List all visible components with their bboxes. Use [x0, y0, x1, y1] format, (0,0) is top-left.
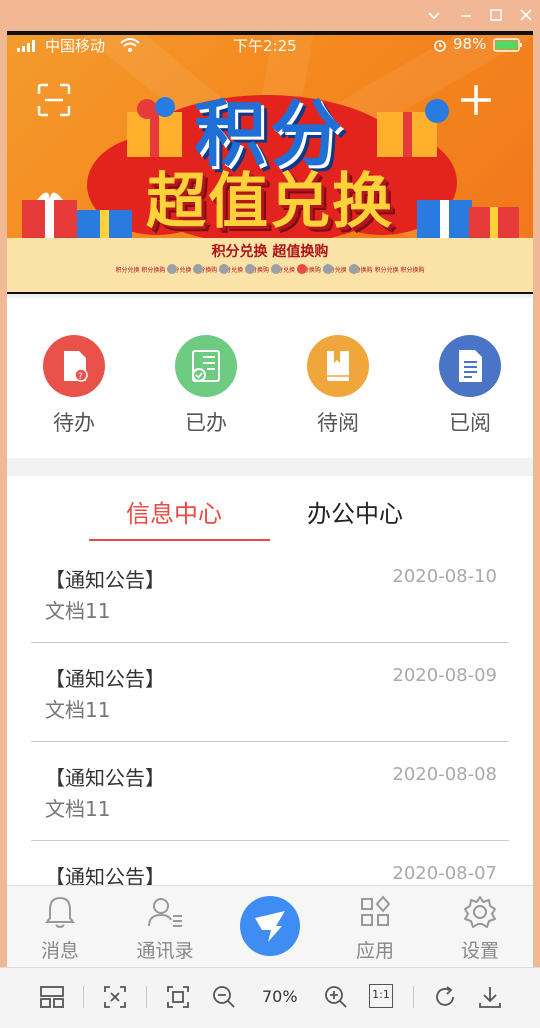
quick-action-label: 已阅 [449, 411, 491, 435]
carousel-dot[interactable] [349, 264, 359, 274]
gear-icon [464, 896, 496, 928]
news-item[interactable]: 【通知公告】 2020-08-08 文档11 [31, 742, 509, 841]
minimize-button[interactable] [457, 6, 475, 24]
document-text-icon [439, 335, 501, 397]
news-date: 2020-08-10 [392, 566, 497, 587]
tab-info-center[interactable]: 信息中心 [126, 494, 222, 529]
dingtalk-logo-button[interactable] [240, 896, 300, 956]
carousel-dot[interactable] [323, 264, 333, 274]
maximize-button[interactable] [487, 6, 505, 24]
carousel-dot[interactable] [193, 264, 203, 274]
banner-subtitle: 超值兑换 [146, 167, 394, 237]
quick-actions: ? 待办 已办 待阅 已阅 [7, 298, 533, 458]
book-icon [307, 335, 369, 397]
plus-icon[interactable] [459, 83, 493, 117]
carousel-dot[interactable] [219, 264, 229, 274]
quick-action-label: 待阅 [317, 411, 359, 435]
quick-action-label: 已办 [185, 411, 227, 435]
signal-icon [17, 40, 35, 52]
news-date: 2020-08-08 [392, 764, 497, 785]
toolbar-divider [83, 986, 84, 1008]
checklist-done-icon [175, 335, 237, 397]
nav-label: 设置 [460, 940, 499, 962]
download-icon[interactable] [477, 984, 503, 1010]
news-title: 文档11 [45, 599, 111, 623]
news-category: 【通知公告】 [45, 667, 165, 691]
news-date: 2020-08-09 [392, 665, 497, 686]
fullscreen-icon[interactable] [165, 984, 191, 1010]
tab-office-center[interactable]: 办公中心 [307, 494, 403, 529]
quick-action-done[interactable]: 已办 [156, 335, 256, 437]
nav-messages[interactable]: 消息 [20, 894, 100, 963]
quick-action-label: 待办 [53, 411, 95, 435]
zoom-out-icon[interactable] [211, 984, 237, 1010]
carrier-label: 中国移动 [45, 37, 106, 55]
nav-label: 应用 [355, 940, 394, 962]
layout-icon[interactable] [39, 984, 65, 1010]
dingtalk-icon [255, 911, 285, 942]
news-item[interactable]: 【通知公告】 2020-08-09 文档11 [31, 643, 509, 742]
news-item[interactable]: 【通知公告】 2020-08-10 文档11 [31, 544, 509, 643]
quick-action-todo[interactable]: ? 待办 [24, 335, 124, 437]
news-title: 文档11 [45, 797, 111, 821]
toolbar-divider [413, 986, 414, 1008]
banner-carousel[interactable]: 积分 超值兑换 积分兑换 超值换购 积分兑换 积分换购 积分兑换 积分换购 积分… [7, 31, 533, 294]
battery-percent: 98% [453, 35, 487, 53]
apps-grid-icon [361, 895, 391, 926]
carousel-dot[interactable] [245, 264, 255, 274]
news-date: 2020-08-07 [392, 863, 497, 884]
chevron-down-icon[interactable] [425, 6, 443, 24]
close-button[interactable] [517, 6, 535, 24]
viewer-toolbar: 70% 1:1 [0, 967, 540, 1028]
nav-settings[interactable]: 设置 [440, 894, 520, 963]
banner-image: 积分 超值兑换 积分兑换 超值换购 积分兑换 积分换购 积分兑换 积分换购 积分… [7, 35, 533, 292]
quick-action-to-read[interactable]: 待阅 [288, 335, 388, 437]
carousel-dot[interactable] [297, 264, 307, 274]
news-panel: 信息中心 办公中心 【通知公告】 2020-08-10 文档11 【通知公告】 … [7, 476, 533, 896]
nav-apps[interactable]: 应用 [335, 894, 415, 963]
banner-ribbon-text: 积分兑换 超值换购 [211, 244, 329, 260]
nav-contacts[interactable]: 通讯录 [125, 894, 205, 963]
contacts-icon [148, 898, 182, 927]
news-title: 文档11 [45, 698, 111, 722]
carousel-dot[interactable] [271, 264, 281, 274]
status-time: 下午2:25 [233, 37, 297, 55]
rotate-icon[interactable] [432, 984, 458, 1010]
bottom-nav: 消息 通讯录 应用 设置 [7, 885, 533, 967]
news-category: 【通知公告】 [45, 766, 165, 790]
zoom-in-icon[interactable] [323, 984, 349, 1010]
zoom-level: 70% [262, 987, 298, 1006]
alarm-icon [434, 40, 446, 52]
active-tab-indicator [89, 539, 270, 541]
actual-size-button[interactable]: 1:1 [369, 984, 393, 1008]
bell-icon [45, 896, 75, 928]
document-question-icon: ? [43, 335, 105, 397]
wifi-icon [120, 38, 140, 52]
svg-text:?: ? [78, 372, 83, 382]
toolbar-divider [146, 986, 147, 1008]
fit-close-icon[interactable] [102, 984, 128, 1010]
scan-icon[interactable] [37, 83, 71, 117]
carousel-indicator[interactable] [167, 264, 375, 274]
quick-action-read[interactable]: 已阅 [420, 335, 520, 437]
nav-label: 消息 [40, 940, 79, 962]
battery-icon [493, 38, 522, 52]
nav-label: 通讯录 [136, 940, 194, 962]
news-category: 【通知公告】 [45, 568, 165, 592]
phone-screen: 积分 超值兑换 积分兑换 超值换购 积分兑换 积分换购 积分兑换 积分换购 积分… [7, 31, 533, 967]
window-title-bar [0, 0, 540, 31]
carousel-dot[interactable] [167, 264, 177, 274]
status-bar: 中国移动 下午2:25 98% [7, 31, 533, 57]
